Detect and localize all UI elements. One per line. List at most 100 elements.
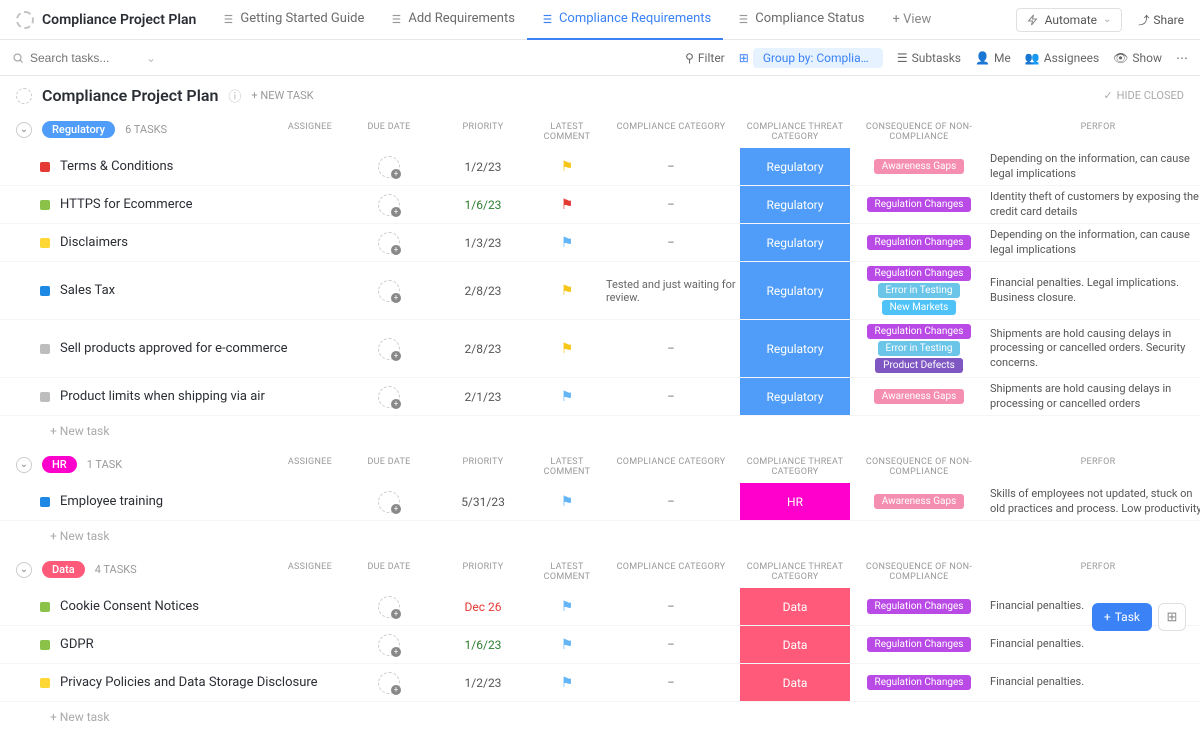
- task-name[interactable]: Terms & Conditions: [60, 159, 173, 174]
- column-header[interactable]: PRIORITY: [438, 122, 528, 142]
- assignee-cell[interactable]: [344, 280, 434, 302]
- assignee-placeholder[interactable]: [378, 194, 400, 216]
- column-header[interactable]: CONSEQUENCE OF NON-COMPLIANCE: [854, 562, 984, 582]
- column-header[interactable]: DUE DATE: [344, 457, 434, 477]
- assignee-placeholder[interactable]: [378, 672, 400, 694]
- collapse-button[interactable]: ⌄: [16, 122, 32, 138]
- category-cell[interactable]: Regulatory: [740, 148, 850, 185]
- assignee-cell[interactable]: [344, 194, 434, 216]
- task-row[interactable]: Sell products approved for e-commerce 2/…: [0, 320, 1200, 378]
- status-square[interactable]: [40, 602, 50, 612]
- category-cell[interactable]: Regulatory: [740, 320, 850, 377]
- me-button[interactable]: 👤 Me: [975, 51, 1011, 65]
- new-task-row[interactable]: + New task: [0, 416, 1200, 450]
- category-cell[interactable]: Regulatory: [740, 224, 850, 261]
- status-square[interactable]: [40, 392, 50, 402]
- status-square[interactable]: [40, 678, 50, 688]
- assignees-button[interactable]: 👥 Assignees: [1025, 51, 1099, 65]
- priority-cell[interactable]: ⚑: [532, 494, 602, 510]
- new-task-row[interactable]: + New task: [0, 521, 1200, 555]
- info-icon[interactable]: ⓘ: [228, 86, 241, 105]
- fab-task-button[interactable]: + Task: [1092, 603, 1152, 631]
- subtasks-button[interactable]: ☰ Subtasks: [897, 51, 961, 65]
- priority-cell[interactable]: ⚑: [532, 341, 602, 357]
- priority-cell[interactable]: ⚑: [532, 599, 602, 615]
- share-button[interactable]: ⤴ Share: [1130, 12, 1192, 28]
- column-header[interactable]: LATEST COMMENT: [532, 562, 602, 582]
- priority-cell[interactable]: ⚑: [532, 283, 602, 299]
- column-header[interactable]: PERFOR: [988, 122, 1200, 142]
- assignee-cell[interactable]: [344, 338, 434, 360]
- task-row[interactable]: Disclaimers 1/3/23 ⚑ – Regulatory Regula…: [0, 224, 1200, 262]
- due-date[interactable]: 5/31/23: [438, 495, 528, 509]
- assignee-cell[interactable]: [344, 232, 434, 254]
- status-square[interactable]: [40, 238, 50, 248]
- due-date[interactable]: 2/8/23: [438, 342, 528, 356]
- column-header[interactable]: COMPLIANCE CATEGORY: [606, 562, 736, 582]
- fab-apps-button[interactable]: ⊞: [1158, 603, 1186, 631]
- due-date[interactable]: 1/3/23: [438, 236, 528, 250]
- threat-pill[interactable]: Regulation Changes: [867, 235, 972, 250]
- column-header[interactable]: PERFOR: [988, 457, 1200, 477]
- search-input[interactable]: [30, 51, 140, 65]
- add-view-button[interactable]: + View: [881, 12, 944, 27]
- task-row[interactable]: Privacy Policies and Data Storage Disclo…: [0, 664, 1200, 702]
- threat-pill[interactable]: Regulation Changes: [867, 266, 972, 281]
- show-button[interactable]: 👁 Show: [1113, 51, 1162, 65]
- assignee-cell[interactable]: [344, 491, 434, 513]
- due-date[interactable]: 1/2/23: [438, 160, 528, 174]
- task-name[interactable]: Sell products approved for e-commerce: [60, 341, 288, 356]
- assignee-placeholder[interactable]: [378, 280, 400, 302]
- assignee-cell[interactable]: [344, 596, 434, 618]
- assignee-cell[interactable]: [344, 386, 434, 408]
- search-box[interactable]: ⌄: [12, 51, 172, 65]
- hide-closed-button[interactable]: ✓ HIDE CLOSED: [1103, 89, 1184, 102]
- task-name[interactable]: Product limits when shipping via air: [60, 389, 265, 404]
- category-cell[interactable]: Data: [740, 664, 850, 701]
- tab-add-requirements[interactable]: Add Requirements: [376, 0, 527, 40]
- threat-pill[interactable]: New Markets: [882, 300, 957, 315]
- column-header[interactable]: DUE DATE: [344, 562, 434, 582]
- automate-button[interactable]: Automate ⌄: [1016, 8, 1123, 32]
- column-header[interactable]: COMPLIANCE THREAT CATEGORY: [740, 122, 850, 142]
- task-name[interactable]: Privacy Policies and Data Storage Disclo…: [60, 675, 318, 690]
- category-cell[interactable]: Data: [740, 588, 850, 625]
- threat-pill[interactable]: Regulation Changes: [867, 675, 972, 690]
- threat-pill[interactable]: Awareness Gaps: [874, 389, 965, 404]
- column-header[interactable]: CONSEQUENCE OF NON-COMPLIANCE: [854, 122, 984, 142]
- due-date[interactable]: 2/8/23: [438, 284, 528, 298]
- task-row[interactable]: Cookie Consent Notices Dec 26 ⚑ – Data R…: [0, 588, 1200, 626]
- task-row[interactable]: Terms & Conditions 1/2/23 ⚑ – Regulatory…: [0, 148, 1200, 186]
- task-name[interactable]: Cookie Consent Notices: [60, 599, 199, 614]
- filter-button[interactable]: ⚲ Filter: [685, 51, 725, 65]
- assignee-placeholder[interactable]: [378, 491, 400, 513]
- new-task-row[interactable]: + New task: [0, 702, 1200, 736]
- column-header[interactable]: PRIORITY: [438, 457, 528, 477]
- group-by-button[interactable]: ⊞ Group by: Compliance Cate...: [739, 48, 883, 68]
- collapse-button[interactable]: ⌄: [16, 562, 32, 578]
- category-cell[interactable]: Regulatory: [740, 378, 850, 415]
- collapse-button[interactable]: ⌄: [16, 457, 32, 473]
- column-header[interactable]: COMPLIANCE CATEGORY: [606, 122, 736, 142]
- column-header[interactable]: PRIORITY: [438, 562, 528, 582]
- category-cell[interactable]: HR: [740, 483, 850, 520]
- threat-pill[interactable]: Regulation Changes: [867, 324, 972, 339]
- status-square[interactable]: [40, 162, 50, 172]
- column-header[interactable]: DUE DATE: [344, 122, 434, 142]
- priority-cell[interactable]: ⚑: [532, 675, 602, 691]
- assignee-placeholder[interactable]: [378, 596, 400, 618]
- priority-cell[interactable]: ⚑: [532, 197, 602, 213]
- assignee-placeholder[interactable]: [378, 338, 400, 360]
- collapse-all-icon[interactable]: [16, 88, 32, 104]
- column-header[interactable]: COMPLIANCE THREAT CATEGORY: [740, 562, 850, 582]
- category-cell[interactable]: Regulatory: [740, 262, 850, 319]
- column-header[interactable]: ASSIGNEE: [40, 122, 340, 142]
- priority-cell[interactable]: ⚑: [532, 235, 602, 251]
- column-header[interactable]: COMPLIANCE THREAT CATEGORY: [740, 457, 850, 477]
- column-header[interactable]: CONSEQUENCE OF NON-COMPLIANCE: [854, 457, 984, 477]
- category-cell[interactable]: Regulatory: [740, 186, 850, 223]
- threat-pill[interactable]: Awareness Gaps: [874, 494, 965, 509]
- column-header[interactable]: ASSIGNEE: [40, 457, 340, 477]
- column-header[interactable]: COMPLIANCE CATEGORY: [606, 457, 736, 477]
- task-row[interactable]: GDPR 1/6/23 ⚑ – Data Regulation Changes …: [0, 626, 1200, 664]
